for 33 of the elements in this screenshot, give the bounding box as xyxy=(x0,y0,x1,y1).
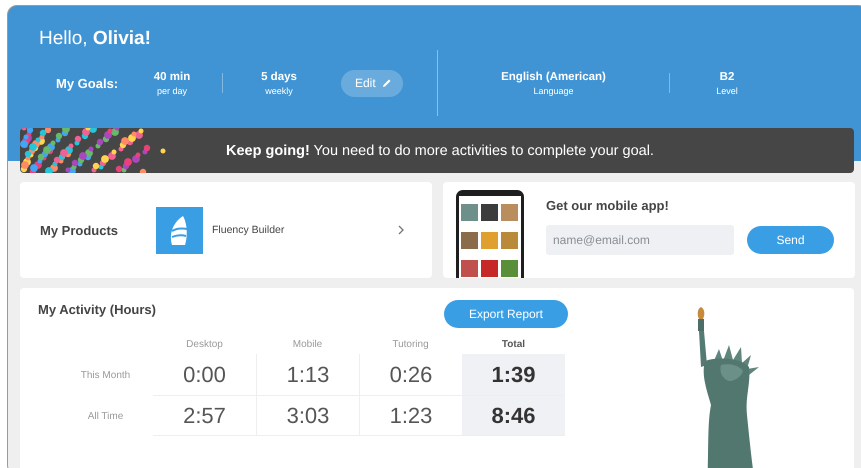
stat-value: English (American) xyxy=(501,70,606,82)
export-report-button[interactable]: Export Report xyxy=(444,300,568,328)
row-label: All Time xyxy=(86,410,124,424)
pencil-icon xyxy=(382,78,392,88)
hours-cell: 0:00 xyxy=(153,354,256,396)
card-title: My Products xyxy=(40,222,120,238)
stat-caption: Level xyxy=(716,86,738,96)
hours-cell: 2:57 xyxy=(153,396,256,436)
goal-caption: weekly xyxy=(265,86,293,96)
email-field[interactable]: name@email.com xyxy=(546,225,734,255)
stat-value: B2 xyxy=(720,70,734,82)
hours-cell: 1:39 xyxy=(462,354,565,396)
column-header: Mobile xyxy=(292,338,324,352)
hours-cell: 1:13 xyxy=(256,354,359,396)
goals-label: My Goals: xyxy=(56,76,120,90)
column-header: Tutoring xyxy=(391,338,430,352)
edit-button[interactable]: Edit xyxy=(341,70,403,96)
goal-value: 5 days xyxy=(261,70,297,82)
row-label: This Month xyxy=(80,368,132,382)
card-title: Get our mobile app! xyxy=(546,198,670,213)
stat-caption: Language xyxy=(533,86,574,96)
card-title: My Activity (Hours) xyxy=(38,302,156,317)
column-header: Desktop xyxy=(185,338,224,352)
send-button[interactable]: Send xyxy=(747,226,834,254)
hours-cell: 3:03 xyxy=(256,396,359,436)
goal-caption: per day xyxy=(156,86,188,96)
product-name[interactable]: Fluency Builder xyxy=(212,224,398,236)
banner-message: Keep going! You need to do more activities to complete your goal. xyxy=(226,142,654,158)
hours-cell: 8:46 xyxy=(462,396,565,436)
goal-value: 40 min xyxy=(154,70,190,82)
column-header: Total xyxy=(500,338,526,352)
greeting: Hello, Olivia! xyxy=(39,28,152,50)
chevron-right-icon[interactable] xyxy=(398,225,404,235)
